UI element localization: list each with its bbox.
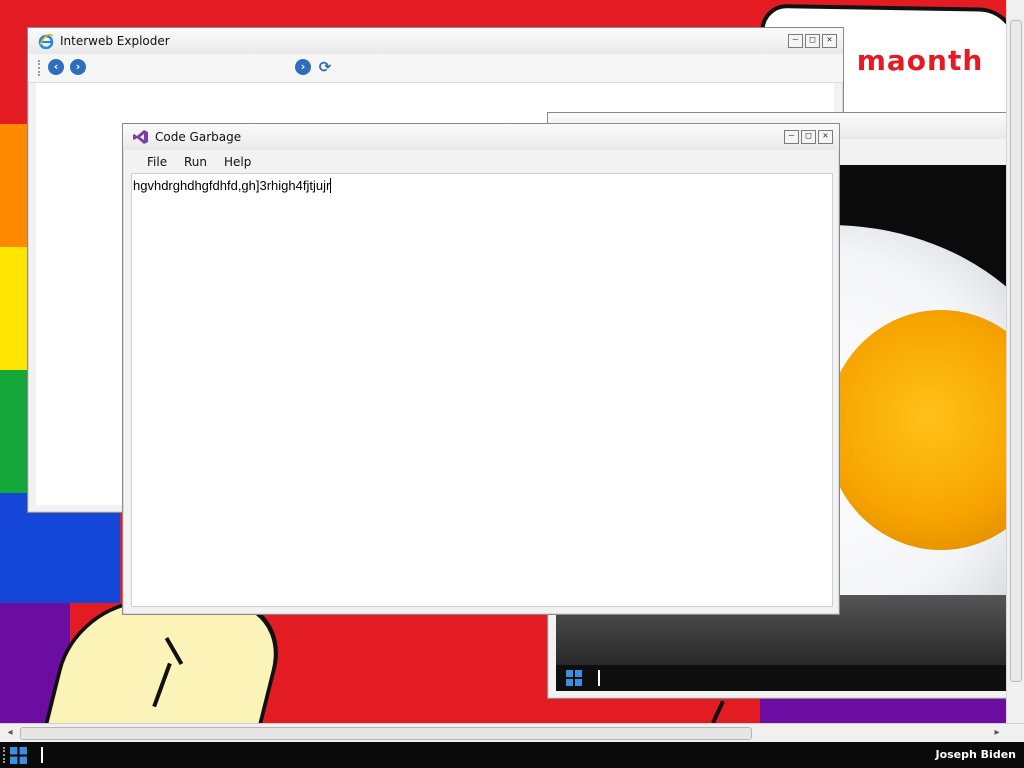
minimize-icon[interactable]: – — [788, 34, 803, 48]
browser-title: Interweb Exploder — [60, 34, 170, 48]
editor-text: hgvhdrghdhgfdhfd,gh]3rhigh4fjtjujr — [133, 178, 331, 193]
close-icon[interactable]: ✕ — [818, 130, 833, 144]
maximize-icon[interactable]: □ — [805, 34, 820, 48]
back-arrow-icon[interactable]: ‹ — [48, 59, 64, 75]
menu-run[interactable]: Run — [184, 155, 207, 169]
purple-patch — [760, 697, 1006, 723]
menu-file[interactable]: File — [147, 155, 167, 169]
text-cursor — [598, 670, 600, 686]
forward-arrow-icon[interactable]: › — [70, 59, 86, 75]
browser-titlebar[interactable]: Interweb Exploder – □ ✕ — [28, 28, 843, 54]
horizontal-scroll-thumb[interactable] — [20, 727, 752, 740]
scroll-right-icon[interactable]: ▸ — [990, 726, 1004, 740]
rainbow-stripe-yellow — [0, 247, 30, 370]
visual-studio-icon — [133, 130, 148, 144]
viewer-taskbar — [556, 665, 1018, 691]
user-name[interactable]: Joseph Biden — [935, 748, 1016, 761]
minimize-icon[interactable]: – — [784, 130, 799, 144]
cartoon-stroke — [711, 700, 725, 724]
maximize-icon[interactable]: □ — [801, 130, 816, 144]
scroll-left-icon[interactable]: ◂ — [3, 726, 17, 740]
code-editor-window: Code Garbage – □ ✕ File Run Help hgvhdrg… — [122, 123, 840, 615]
go-arrow-icon[interactable]: › — [295, 59, 311, 75]
vertical-scroll-thumb[interactable] — [1010, 20, 1022, 682]
vertical-scrollbar[interactable] — [1006, 0, 1024, 723]
rainbow-stripe-red — [0, 0, 30, 124]
windows-logo-icon[interactable] — [10, 747, 27, 764]
taskbar-grip — [3, 747, 8, 763]
refresh-icon[interactable]: ⟳ — [317, 59, 333, 75]
menu-bar: File Run Help — [131, 151, 831, 173]
code-titlebar[interactable]: Code Garbage – □ ✕ — [123, 124, 839, 150]
taskbar-cursor — [41, 747, 43, 763]
close-icon[interactable]: ✕ — [822, 34, 837, 48]
ie-icon — [38, 33, 54, 49]
code-title: Code Garbage — [155, 130, 242, 144]
rainbow-stripe-orange — [0, 124, 30, 247]
toolbar-grip[interactable] — [38, 60, 43, 76]
code-editor[interactable]: hgvhdrghdhgfdhfd,gh]3rhigh4fjtjujr — [131, 173, 833, 607]
windows-logo-icon[interactable] — [566, 670, 582, 686]
editor-line[interactable]: hgvhdrghdhgfdhfd,gh]3rhigh4fjtjujr — [133, 178, 332, 193]
speech-bubble-text: e maonth — [826, 44, 984, 77]
rainbow-stripe-green — [0, 370, 30, 493]
browser-toolbar: ‹ › › ⟳ — [28, 54, 843, 83]
menu-help[interactable]: Help — [224, 155, 251, 169]
text-caret — [330, 178, 332, 193]
taskbar: Joseph Biden — [0, 742, 1024, 768]
horizontal-scrollbar[interactable]: ◂ ▸ — [0, 723, 1024, 742]
